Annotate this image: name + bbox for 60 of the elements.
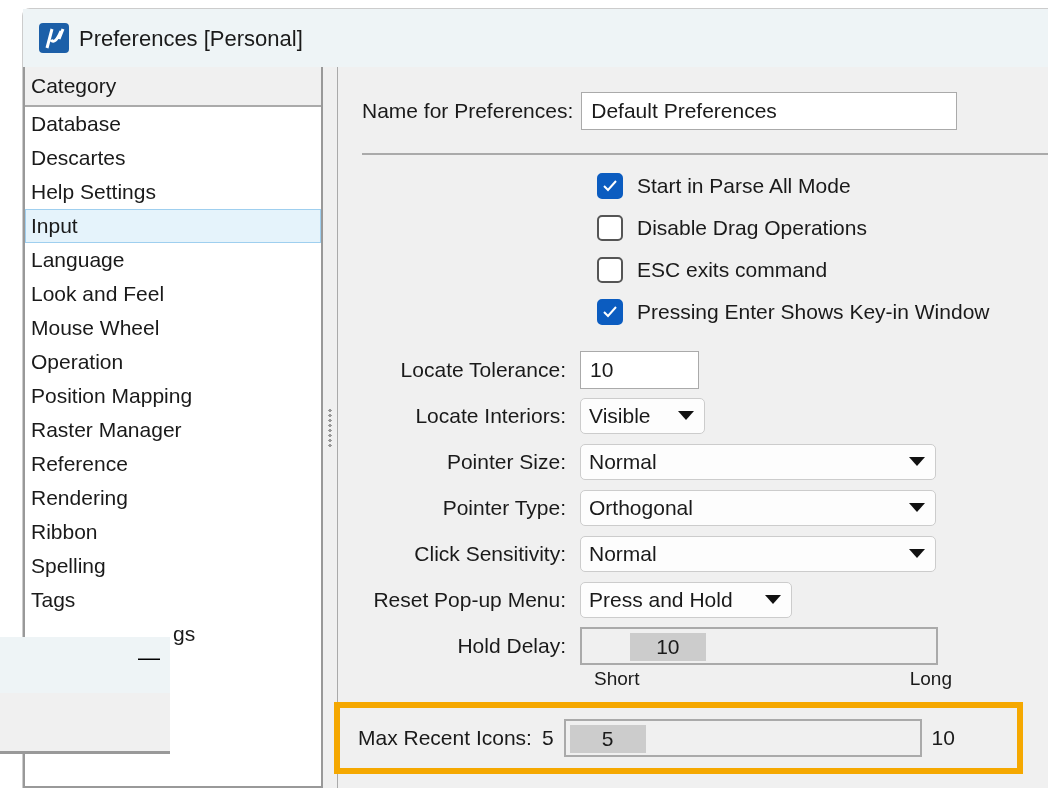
scale-label: Long	[909, 669, 952, 691]
field-label: Reset Pop-up Menu:	[372, 587, 567, 614]
checkbox-label: ESC exits command	[637, 257, 828, 284]
caret-icon	[909, 549, 925, 559]
field-label: Pointer Size:	[445, 449, 567, 476]
splitter-grip-icon[interactable]	[328, 407, 332, 448]
category-item[interactable]: Descartes	[25, 141, 321, 175]
category-item[interactable]: Tags	[25, 583, 321, 617]
field-label: Locate Interiors:	[414, 403, 567, 430]
check-icon	[603, 180, 617, 192]
check-icon	[603, 306, 617, 318]
category-item[interactable]: Rendering	[25, 481, 321, 515]
slider-track[interactable]: 5	[563, 719, 922, 757]
min-value-label: 5	[541, 725, 554, 752]
field-label: Max Recent Icons:	[358, 725, 532, 752]
field-label: Pointer Type:	[441, 495, 567, 522]
app-logo-icon	[39, 23, 69, 53]
checkbox-label: Pressing Enter Shows Key-in Window	[637, 299, 990, 326]
category-item[interactable]: Operation	[25, 345, 321, 379]
category-item[interactable]: Mouse Wheel	[25, 311, 321, 345]
name-input-field[interactable]: Default Preferences	[581, 92, 958, 130]
category-item[interactable]: Ribbon	[25, 515, 321, 549]
caret-icon	[678, 411, 694, 421]
minimize-button[interactable]: —	[134, 647, 164, 669]
category-item[interactable]: Reference	[25, 447, 321, 481]
caret-icon	[909, 503, 925, 513]
caret-icon	[909, 457, 925, 467]
checkbox-label: Disable Drag Operations	[637, 215, 867, 242]
dropdown[interactable]: Visible	[580, 398, 705, 434]
dropdown[interactable]: Orthogonal	[580, 490, 936, 526]
checkbox[interactable]	[597, 173, 623, 199]
category-item[interactable]: gs	[171, 617, 202, 651]
category-item[interactable]: Look and Feel	[25, 277, 321, 311]
dropdown[interactable]: Normal	[580, 536, 936, 572]
checkbox[interactable]	[597, 257, 623, 283]
dropdown[interactable]: Press and Hold	[580, 582, 792, 618]
category-item[interactable]: Help Settings	[25, 175, 321, 209]
slider-track[interactable]: 10	[580, 627, 938, 665]
field-label: Click Sensitivity:	[413, 541, 567, 568]
category-item[interactable]: Spelling	[25, 549, 321, 583]
slider-thumb[interactable]: 10	[629, 633, 706, 661]
category-item[interactable]: Language	[25, 243, 321, 277]
caret-icon	[765, 595, 781, 605]
checkbox[interactable]	[597, 215, 623, 241]
column-header: Category	[25, 67, 321, 107]
slider-thumb[interactable]: 5	[569, 725, 646, 753]
field-label: Locate Tolerance:	[399, 357, 567, 384]
dropdown[interactable]: Normal	[580, 444, 936, 480]
category-item[interactable]: Input	[25, 209, 321, 243]
checkbox[interactable]	[597, 299, 623, 325]
window-title: Preferences [Personal]	[79, 24, 303, 53]
scale-label: Short	[594, 669, 640, 691]
category-item[interactable]: Database	[25, 107, 321, 141]
max-value-label: 10	[931, 725, 955, 752]
category-item[interactable]: Position Mapping	[25, 379, 321, 413]
checkbox-label: Start in Parse All Mode	[637, 173, 851, 200]
field-label: Hold Delay:	[456, 633, 567, 660]
input-field[interactable]: 10	[580, 351, 699, 389]
category-item[interactable]: Raster Manager	[25, 413, 321, 447]
field-label: Name for Preferences:	[362, 98, 574, 125]
